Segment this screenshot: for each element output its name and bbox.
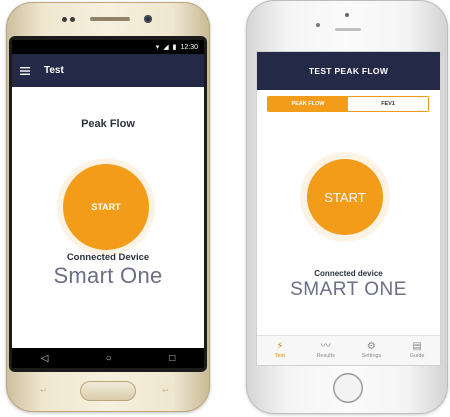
- segment-fev1[interactable]: FEV1: [348, 97, 428, 111]
- settings-gear-icon: ⚙: [366, 341, 376, 352]
- segmented-control: PEAK FLOW FEV1: [267, 96, 429, 112]
- android-nav-bar: ◁ ○ □: [12, 348, 204, 368]
- device-name: Smart One: [53, 263, 163, 288]
- android-home-button[interactable]: [80, 381, 136, 401]
- android-sensor-dot: [62, 17, 67, 22]
- android-recent-key-icon[interactable]: ↩: [162, 386, 169, 395]
- ios-header-title: TEST PEAK FLOW: [257, 52, 440, 90]
- iphone-home-button[interactable]: [333, 373, 363, 403]
- tab-test[interactable]: ⚡ Test: [257, 336, 303, 365]
- device-name: SMART ONE: [290, 279, 407, 300]
- connected-device-label: Connected device: [314, 269, 383, 278]
- results-chart-icon: 〰: [320, 341, 331, 352]
- start-button[interactable]: START: [63, 164, 149, 250]
- android-speaker: [90, 17, 130, 21]
- iphone-sensor-dot: [345, 13, 349, 17]
- battery-icon: ▮: [172, 44, 177, 51]
- tab-results[interactable]: 〰 Results: [303, 336, 349, 365]
- iphone-screen: TEST PEAK FLOW PEAK FLOW FEV1 START Conn…: [257, 52, 440, 365]
- tab-guide[interactable]: ▤ Guide: [394, 336, 440, 365]
- android-back-key-icon[interactable]: ↩: [40, 386, 47, 395]
- app-bar-title: Test: [44, 65, 64, 76]
- connected-device-label: Connected Device: [66, 252, 150, 263]
- tab-label: Settings: [361, 353, 382, 359]
- page-title: Peak Flow: [81, 118, 135, 130]
- app-bar: Test: [12, 54, 204, 87]
- iphone-speaker: [335, 28, 361, 31]
- test-icon: ⚡: [276, 341, 284, 352]
- tab-label: Guide: [409, 353, 425, 359]
- tab-settings[interactable]: ⚙ Settings: [349, 336, 395, 365]
- back-nav-icon[interactable]: ◁: [41, 353, 49, 364]
- tab-label: Test: [274, 353, 285, 359]
- tab-bar: ⚡ Test 〰 Results ⚙ Settings ▤ Guide: [257, 335, 440, 365]
- start-button[interactable]: START: [307, 159, 383, 235]
- signal-icon: ◢: [163, 44, 169, 51]
- status-bar: ▾ ◢ ▮ 12:30: [12, 40, 204, 54]
- hamburger-menu-icon[interactable]: [20, 62, 30, 80]
- iphone-camera: [316, 23, 320, 27]
- status-time: 12:30: [180, 43, 198, 51]
- guide-book-icon: ▤: [412, 341, 422, 352]
- android-sensor-dot: [70, 17, 75, 22]
- android-camera: [144, 15, 152, 23]
- recents-nav-icon[interactable]: □: [169, 353, 175, 364]
- wifi-icon: ▾: [155, 44, 160, 51]
- segment-peak-flow[interactable]: PEAK FLOW: [268, 97, 348, 111]
- home-nav-icon[interactable]: ○: [106, 353, 112, 364]
- tab-label: Results: [316, 353, 335, 359]
- android-screen: ▾ ◢ ▮ 12:30 Test Peak Flow START Connect…: [12, 40, 204, 368]
